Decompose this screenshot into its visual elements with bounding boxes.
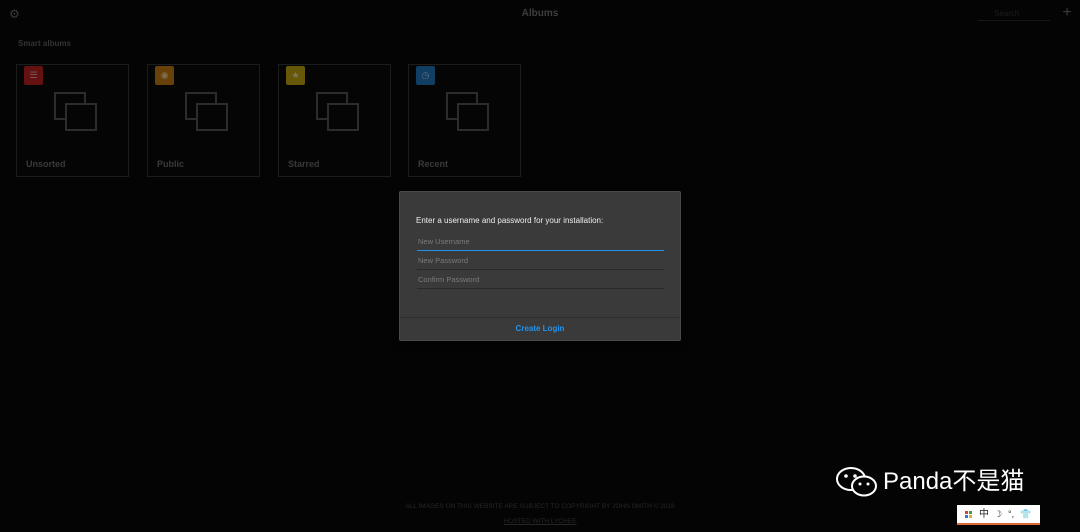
eye-icon: ◉ xyxy=(155,66,174,85)
search-input[interactable]: Search xyxy=(978,7,1050,21)
list-icon: ☰ xyxy=(24,66,43,85)
punctuation-icon[interactable]: °, xyxy=(1008,507,1014,522)
confirm-password-input[interactable] xyxy=(417,271,664,289)
watermark-text: Panda不是猫 xyxy=(883,468,1025,495)
album-placeholder-icon xyxy=(54,92,98,132)
moon-icon[interactable]: ☽ xyxy=(994,507,1002,522)
header: ⚙ Albums Search + xyxy=(0,0,1080,28)
album-placeholder-icon xyxy=(185,92,229,132)
username-input[interactable] xyxy=(417,233,664,251)
album-label: Public xyxy=(157,159,185,169)
album-label: Recent xyxy=(418,159,449,169)
plus-icon[interactable]: + xyxy=(1059,4,1075,22)
watermark: Panda不是猫 xyxy=(835,464,1050,500)
page-title: Albums xyxy=(521,8,559,19)
footer-hosted-link[interactable]: HOSTED WITH LYCHEE xyxy=(0,518,1080,525)
dialog-prompt: Enter a username and password for your i… xyxy=(416,216,604,225)
skin-icon[interactable]: 👕 xyxy=(1020,507,1031,522)
album-public[interactable]: ◉ Public xyxy=(147,64,260,177)
clock-icon: ◷ xyxy=(416,66,435,85)
ime-mode-toggle[interactable]: 中 xyxy=(979,507,989,522)
password-input[interactable] xyxy=(417,252,664,270)
ime-logo-icon[interactable] xyxy=(965,511,973,519)
album-unsorted[interactable]: ☰ Unsorted xyxy=(16,64,129,177)
ime-toolbar: 中 ☽ °, 👕 xyxy=(957,505,1040,525)
wechat-icon xyxy=(836,467,877,497)
star-icon: ★ xyxy=(286,66,305,85)
create-login-button[interactable]: Create Login xyxy=(400,318,680,340)
album-placeholder-icon xyxy=(446,92,490,132)
album-starred[interactable]: ★ Starred xyxy=(278,64,391,177)
footer-copyright: ALL IMAGES ON THIS WEBSITE ARE SUBJECT T… xyxy=(405,503,675,510)
album-placeholder-icon xyxy=(316,92,360,132)
album-recent[interactable]: ◷ Recent xyxy=(408,64,521,177)
album-label: Starred xyxy=(288,159,320,169)
section-title-smart-albums: Smart albums xyxy=(18,39,71,48)
album-label: Unsorted xyxy=(26,159,66,169)
login-dialog: Enter a username and password for your i… xyxy=(399,191,681,341)
